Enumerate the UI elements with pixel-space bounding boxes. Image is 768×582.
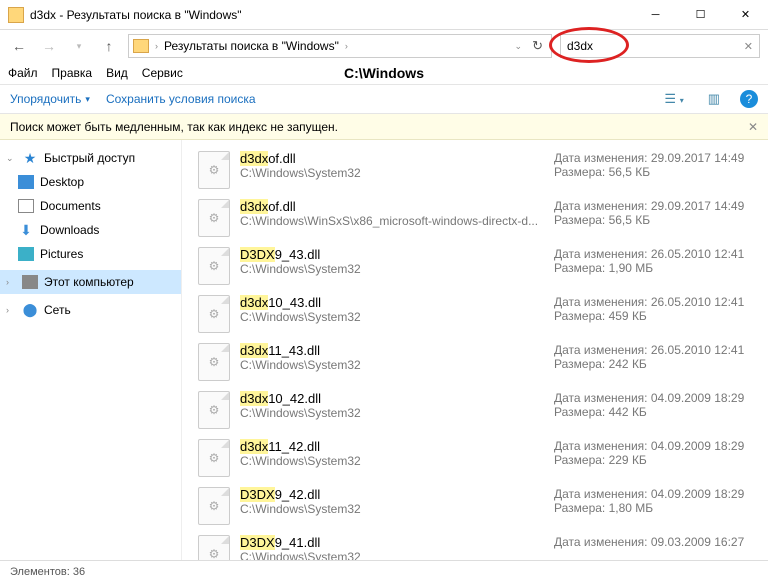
file-path: C:\Windows\System32 <box>240 502 544 516</box>
sidebar-this-pc[interactable]: ›Этот компьютер <box>0 270 181 294</box>
help-button[interactable]: ? <box>740 90 758 108</box>
up-button[interactable]: ↑ <box>98 35 120 57</box>
save-search-button[interactable]: Сохранить условия поиска <box>106 92 256 106</box>
file-meta: Дата изменения: 04.09.2009 18:29Размера:… <box>554 487 764 515</box>
folder-icon <box>133 39 149 53</box>
refresh-button[interactable]: ↻ <box>528 38 547 54</box>
file-name: d3dx11_42.dll <box>240 439 544 454</box>
file-icon: ⚙ <box>198 487 230 525</box>
search-input[interactable] <box>567 39 744 53</box>
file-name: d3dxof.dll <box>240 199 544 214</box>
chevron-right-icon: › <box>155 41 158 51</box>
file-meta: Дата изменения: 26.05.2010 12:41Размера:… <box>554 247 764 275</box>
file-name: D3DX9_42.dll <box>240 487 544 502</box>
path-heading: C:\Windows <box>344 65 424 81</box>
file-meta: Дата изменения: 26.05.2010 12:41Размера:… <box>554 295 764 323</box>
search-box[interactable]: ✕ <box>560 34 760 58</box>
result-row[interactable]: ⚙ d3dx11_42.dllC:\Windows\System32 Дата из… <box>198 434 764 482</box>
file-meta: Дата изменения: 29.09.2017 14:49Размера:… <box>554 151 764 179</box>
file-path: C:\Windows\System32 <box>240 454 544 468</box>
result-row[interactable]: ⚙ D3DX9_42.dllC:\Windows\System32 Дата изм… <box>198 482 764 530</box>
sidebar-network[interactable]: ›⬤Сеть <box>0 298 181 322</box>
sidebar-documents[interactable]: Documents <box>0 194 181 218</box>
view-details-button[interactable]: ☰ ▾ <box>660 91 687 107</box>
file-icon: ⚙ <box>198 247 230 285</box>
address-dropdown[interactable]: ⌄ <box>515 41 523 52</box>
file-icon: ⚙ <box>198 535 230 560</box>
address-bar[interactable]: › Результаты поиска в "Windows" › ⌄ ↻ <box>128 34 552 58</box>
result-row[interactable]: ⚙ D3DX9_41.dllC:\Windows\System32 Дата изм… <box>198 530 764 560</box>
file-name: d3dx10_42.dll <box>240 391 544 406</box>
sidebar: ⌄★Быстрый доступ Desktop Documents ⬇Down… <box>0 140 182 560</box>
file-icon: ⚙ <box>198 295 230 333</box>
result-row[interactable]: ⚙ d3dxof.dllC:\Windows\System32 Дата измен… <box>198 146 764 194</box>
file-name: D3DX9_43.dll <box>240 247 544 262</box>
file-path: C:\Windows\System32 <box>240 310 544 324</box>
file-meta: Дата изменения: 04.09.2009 18:29Размера:… <box>554 391 764 419</box>
window-title: d3dx - Результаты поиска в "Windows" <box>30 8 633 22</box>
recent-dropdown[interactable]: ▾ <box>68 35 90 57</box>
file-path: C:\Windows\WinSxS\x86_microsoft-windows-… <box>240 214 544 228</box>
clear-search-button[interactable]: ✕ <box>744 40 753 53</box>
info-message: Поиск может быть медленным, так как инде… <box>10 120 338 134</box>
file-icon: ⚙ <box>198 151 230 189</box>
result-row[interactable]: ⚙ d3dx11_43.dllC:\Windows\System32 Дата из… <box>198 338 764 386</box>
result-row[interactable]: ⚙ d3dx10_42.dllC:\Windows\System32 Дата из… <box>198 386 764 434</box>
close-button[interactable]: ✕ <box>723 1 768 29</box>
file-icon: ⚙ <box>198 343 230 381</box>
file-name: D3DX9_41.dll <box>240 535 544 550</box>
file-icon: ⚙ <box>198 439 230 477</box>
result-row[interactable]: ⚙ D3DX9_43.dllC:\Windows\System32 Дата изм… <box>198 242 764 290</box>
menu-view[interactable]: Вид <box>106 66 128 80</box>
sidebar-desktop[interactable]: Desktop <box>0 170 181 194</box>
status-count: Элементов: 36 <box>10 566 85 578</box>
result-row[interactable]: ⚙ d3dx10_43.dllC:\Windows\System32 Дата из… <box>198 290 764 338</box>
sidebar-downloads[interactable]: ⬇Downloads <box>0 218 181 242</box>
file-icon: ⚙ <box>198 199 230 237</box>
file-path: C:\Windows\System32 <box>240 166 544 180</box>
back-button[interactable]: ← <box>8 35 30 57</box>
file-icon: ⚙ <box>198 391 230 429</box>
file-path: C:\Windows\System32 <box>240 406 544 420</box>
forward-button[interactable]: → <box>38 35 60 57</box>
file-name: d3dx10_43.dll <box>240 295 544 310</box>
file-meta: Дата изменения: 04.09.2009 18:29Размера:… <box>554 439 764 467</box>
file-meta: Дата изменения: 29.09.2017 14:49Размера:… <box>554 199 764 227</box>
file-name: d3dx11_43.dll <box>240 343 544 358</box>
chevron-right-icon: › <box>345 41 348 51</box>
sidebar-quick-access[interactable]: ⌄★Быстрый доступ <box>0 146 181 170</box>
sidebar-pictures[interactable]: Pictures <box>0 242 181 266</box>
info-close-button[interactable]: ✕ <box>748 120 758 134</box>
file-meta: Дата изменения: 26.05.2010 12:41Размера:… <box>554 343 764 371</box>
folder-icon <box>8 7 24 23</box>
file-path: C:\Windows\System32 <box>240 262 544 276</box>
preview-pane-button[interactable]: ▥ <box>704 91 724 107</box>
file-path: C:\Windows\System32 <box>240 550 544 560</box>
organize-button[interactable]: Упорядочить ▾ <box>10 92 90 106</box>
maximize-button[interactable]: ☐ <box>678 1 723 29</box>
menu-service[interactable]: Сервис <box>142 66 183 80</box>
breadcrumb[interactable]: Результаты поиска в "Windows" <box>164 39 339 53</box>
file-meta: Дата изменения: 09.03.2009 16:27 <box>554 535 764 549</box>
menu-file[interactable]: Файл <box>8 66 38 80</box>
file-path: C:\Windows\System32 <box>240 358 544 372</box>
minimize-button[interactable]: ─ <box>633 1 678 29</box>
results-list[interactable]: ⚙d3dxof.dllC:\Windows\System32Дата измен… <box>182 140 768 560</box>
file-name: d3dxof.dll <box>240 151 544 166</box>
result-row[interactable]: ⚙ d3dxof.dllC:\Windows\WinSxS\x86_microso… <box>198 194 764 242</box>
menu-edit[interactable]: Правка <box>52 66 93 80</box>
